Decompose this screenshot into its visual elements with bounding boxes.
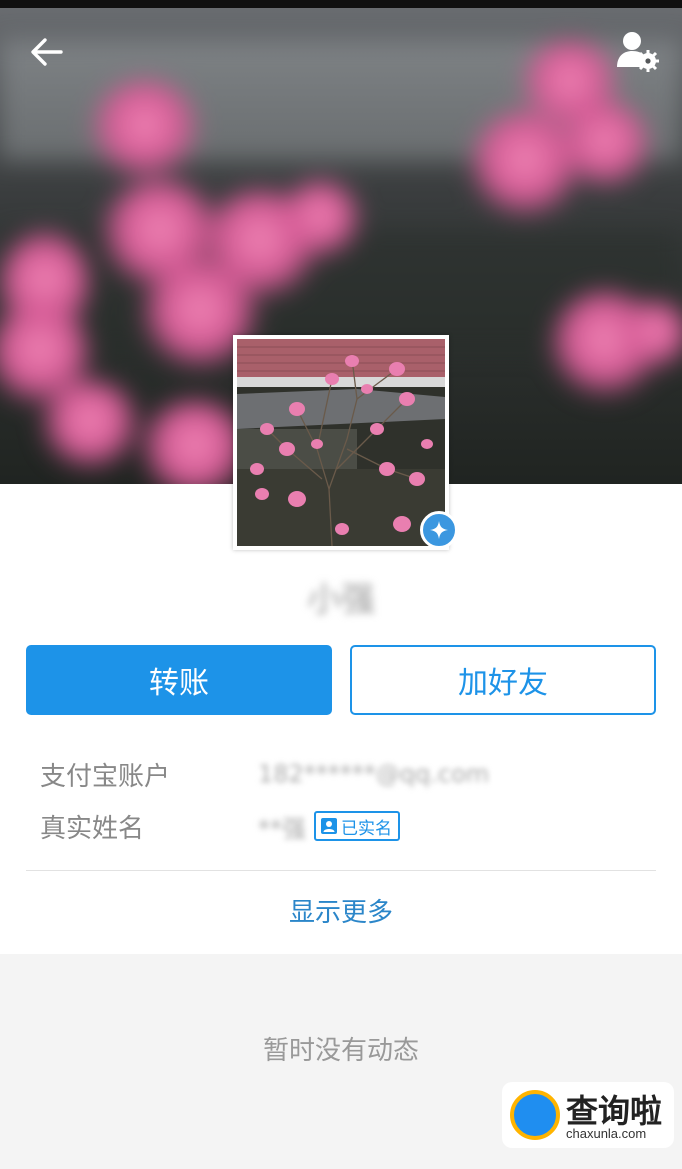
profile-settings-button[interactable] [614,28,660,74]
account-label: 支付宝账户 [40,761,171,792]
arrow-left-icon [31,38,63,66]
back-button[interactable] [24,30,68,74]
real-name-label: 真实姓名 [40,813,145,844]
user-settings-icon [617,32,659,72]
real-name-value: **强 [258,814,306,843]
divider [26,870,656,871]
avatar-photo [237,339,445,546]
id-card-icon [321,818,337,834]
verified-tag: 已实名 [314,811,400,841]
transfer-button[interactable]: 转账 [26,645,332,715]
verified-tag-label: 已实名 [341,818,392,839]
verified-star-icon [420,511,458,549]
nickname: 小强 [307,580,375,620]
empty-feed-text: 暂时没有动态 [262,1036,419,1066]
watermark-logo-icon [510,1090,560,1140]
watermark-url: chaxunla.com [566,1126,647,1141]
add-friend-button[interactable]: 加好友 [350,645,656,715]
profile-card: 小强 转账 加好友 支付宝账户 182******@qq.com 真实姓名 **… [0,484,682,954]
show-more-link[interactable]: 显示更多 [0,892,682,929]
info-row-real-name: 真实姓名 **强 已实名 [40,806,400,846]
info-row-account: 支付宝账户 182******@qq.com [40,754,489,794]
site-watermark: 查询啦 chaxunla.com [502,1082,674,1148]
account-value: 182******@qq.com [258,760,490,788]
avatar[interactable] [233,335,449,550]
